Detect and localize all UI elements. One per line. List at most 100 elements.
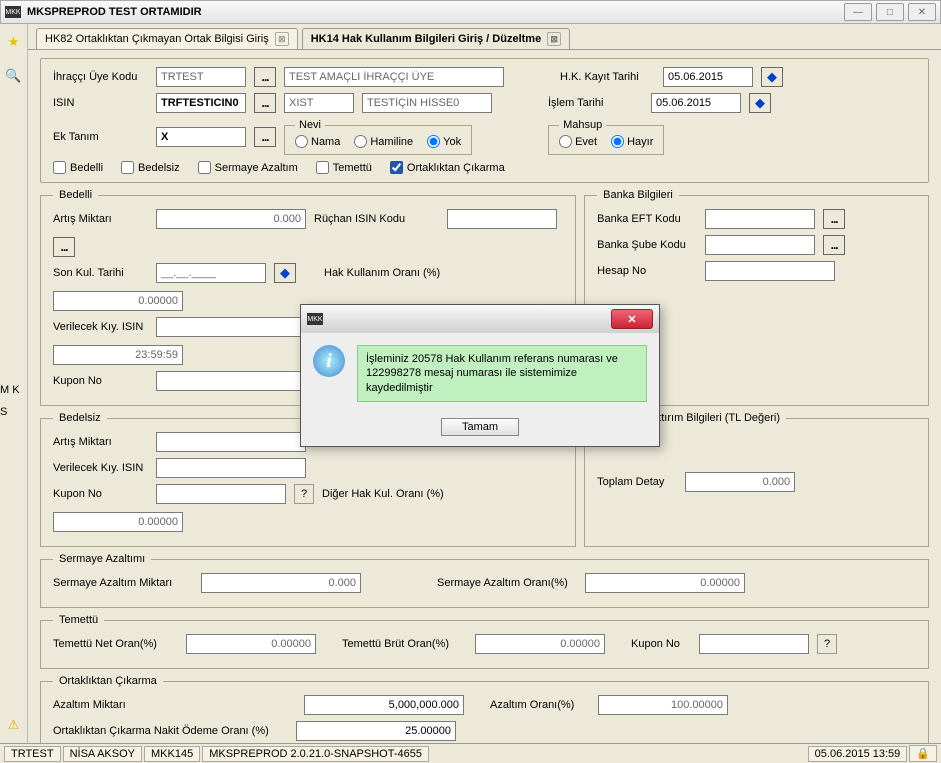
message-dialog: MKK ✕ i İşleminiz 20578 Hak Kullanım ref… xyxy=(300,304,660,447)
isin-label: ISIN xyxy=(53,97,148,109)
bedelli-legend: Bedelli xyxy=(53,189,98,201)
islem-tarih-label: İşlem Tarihi xyxy=(548,97,643,109)
dialog-titlebar: MKK ✕ xyxy=(301,305,659,333)
temettu-legend: Temettü xyxy=(53,614,104,626)
tab-label: HK82 Ortaklıktan Çıkmayan Ortak Bilgisi … xyxy=(45,33,269,45)
sube-lookup-button[interactable]: ... xyxy=(823,235,845,255)
ruchan-label: Rüçhan ISIN Kodu xyxy=(314,213,439,225)
hk-tarih-input[interactable] xyxy=(663,67,753,87)
tm-brut-input xyxy=(475,634,605,654)
oc-nakit-label: Ortaklıktan Çıkarma Nakit Ödeme Oranı (%… xyxy=(53,725,288,737)
toplam-input xyxy=(685,472,795,492)
tab-hk14[interactable]: HK14 Hak Kullanım Bilgileri Giriş / Düze… xyxy=(302,28,570,49)
isin-input[interactable] xyxy=(156,93,246,113)
status-code: MKK145 xyxy=(144,746,200,762)
eft-label: Banka EFT Kodu xyxy=(597,213,697,225)
isin-code xyxy=(284,93,354,113)
status-user: TRTEST xyxy=(4,746,61,762)
dialog-close-button[interactable]: ✕ xyxy=(611,309,653,329)
kupon-label: Kupon No xyxy=(53,375,148,387)
ihracci-lookup-button[interactable]: ... xyxy=(254,67,276,87)
search-icon[interactable]: 🔍 xyxy=(6,68,22,84)
islem-tarih-input[interactable] xyxy=(651,93,741,113)
ihracci-desc xyxy=(284,67,504,87)
temettu-group: Temettü Temettü Net Oran(%) Temettü Brüt… xyxy=(40,614,929,669)
oc-azaltim-input[interactable] xyxy=(304,695,464,715)
sonkul-picker[interactable]: ◆ xyxy=(274,263,296,283)
hesap-label: Hesap No xyxy=(597,265,697,277)
verilecek-input xyxy=(156,317,306,337)
minimize-button[interactable]: — xyxy=(844,3,872,21)
dialog-message: İşleminiz 20578 Hak Kullanım referans nu… xyxy=(357,345,647,402)
ortaklik-group: Ortaklıktan Çıkarma Azaltım Miktarı Azal… xyxy=(40,675,929,743)
bz-help-button[interactable]: ? xyxy=(294,484,314,504)
oc-nakit-input[interactable] xyxy=(296,721,456,741)
kupon-input xyxy=(156,371,306,391)
bedelsiz-check[interactable]: Bedelsiz xyxy=(121,161,180,174)
warning-icon[interactable]: ⚠ xyxy=(6,717,22,733)
app-icon: MKK xyxy=(5,6,21,18)
close-button[interactable]: ✕ xyxy=(908,3,936,21)
sa-miktar-label: Sermaye Azaltım Miktarı xyxy=(53,577,193,589)
nevi-yok-radio[interactable]: Yok xyxy=(427,135,461,148)
status-version: MKSPREPROD 2.0.21.0-SNAPSHOT-4655 xyxy=(202,746,429,762)
mahsup-legend: Mahsup xyxy=(559,119,606,131)
nevi-nama-radio[interactable]: Nama xyxy=(295,135,340,148)
temettu-check[interactable]: Temettü xyxy=(316,161,372,174)
eft-input xyxy=(705,209,815,229)
bz-artis-input xyxy=(156,432,306,452)
ruchan-lookup-button[interactable]: ... xyxy=(53,237,75,257)
tab-close-icon[interactable]: ⊠ xyxy=(547,32,561,46)
ruchan-input xyxy=(447,209,557,229)
bz-artis-label: Artış Miktarı xyxy=(53,436,148,448)
sa-miktar-input xyxy=(201,573,361,593)
hk-tarih-label: H.K. Kayıt Tarihi xyxy=(560,71,655,83)
tab-hk82[interactable]: HK82 Ortaklıktan Çıkmayan Ortak Bilgisi … xyxy=(36,28,298,49)
tm-net-input xyxy=(186,634,316,654)
oc-oran-label: Azaltım Oranı(%) xyxy=(490,699,590,711)
sube-input xyxy=(705,235,815,255)
maximize-button[interactable]: □ xyxy=(876,3,904,21)
ortaklik-legend: Ortaklıktan Çıkarma xyxy=(53,675,163,687)
nevi-legend: Nevi xyxy=(295,119,325,131)
hakoran-input xyxy=(53,291,183,311)
ortaklik-check[interactable]: Ortaklıktan Çıkarma xyxy=(390,161,505,174)
sermaye-check[interactable]: Sermaye Azaltım xyxy=(198,161,298,174)
tab-close-icon[interactable]: ⊠ xyxy=(275,32,289,46)
statusbar: TRTEST NİSA AKSOY MKK145 MKSPREPROD 2.0.… xyxy=(0,743,941,763)
bedelsiz-legend: Bedelsiz xyxy=(53,412,107,424)
status-time: 05.06.2015 13:59 xyxy=(808,746,908,762)
eft-lookup-button[interactable]: ... xyxy=(823,209,845,229)
hesap-input xyxy=(705,261,835,281)
info-icon: i xyxy=(313,345,345,377)
dialog-app-icon: MKK xyxy=(307,313,323,325)
favorite-icon[interactable]: ★ xyxy=(6,34,22,50)
banka-legend: Banka Bilgileri xyxy=(597,189,679,201)
ihracci-kodu-input[interactable] xyxy=(156,67,246,87)
ek-tanim-label: Ek Tanım xyxy=(53,131,148,143)
ek-tanim-input[interactable] xyxy=(156,127,246,147)
hakoran-label: Hak Kullanım Oranı (%) xyxy=(324,267,449,279)
hk-tarih-picker[interactable]: ◆ xyxy=(761,67,783,87)
islem-tarih-picker[interactable]: ◆ xyxy=(749,93,771,113)
nevi-hamiline-radio[interactable]: Hamiline xyxy=(354,135,413,148)
bz-kupon-label: Kupon No xyxy=(53,488,148,500)
mahsup-hayir-radio[interactable]: Hayır xyxy=(611,135,653,148)
window-title: MKSPREPROD TEST ORTAMIDIR xyxy=(27,6,844,18)
mahsup-evet-radio[interactable]: Evet xyxy=(559,135,597,148)
sermaye-legend: Sermaye Azaltımı xyxy=(53,553,151,565)
nevi-group: Nevi Nama Hamiline Yok xyxy=(284,119,472,155)
tm-help-button[interactable]: ? xyxy=(817,634,837,654)
sube-label: Banka Şube Kodu xyxy=(597,239,697,251)
sa-oran-input xyxy=(585,573,745,593)
lock-icon: 🔒 xyxy=(909,745,937,762)
bedelli-check[interactable]: Bedelli xyxy=(53,161,103,174)
isin-lookup-button[interactable]: ... xyxy=(254,93,276,113)
artis-input xyxy=(156,209,306,229)
ek-tanim-lookup-button[interactable]: ... xyxy=(254,127,276,147)
artis-label: Artış Miktarı xyxy=(53,213,148,225)
verilecek-label: Verilecek Kıy. ISIN xyxy=(53,321,148,333)
sonsaat-input xyxy=(53,345,183,365)
dialog-ok-button[interactable]: Tamam xyxy=(441,418,519,436)
isin-desc xyxy=(362,93,492,113)
